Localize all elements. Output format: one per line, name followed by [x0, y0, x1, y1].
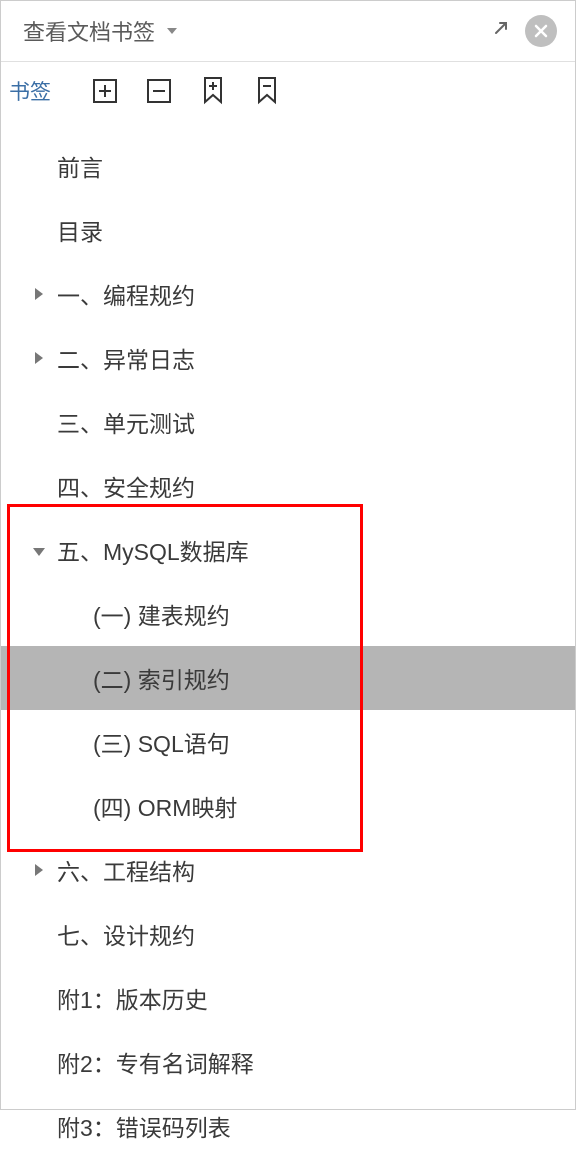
tree-item-label: 目录: [57, 213, 103, 247]
bookmarks-toolbar: 书签: [1, 62, 575, 124]
header-title: 查看文档书签: [23, 15, 155, 47]
tree-item[interactable]: 四、安全规约: [1, 454, 575, 518]
tree-item[interactable]: 前言: [1, 134, 575, 198]
tree-item-label: 前言: [57, 149, 103, 183]
tree-item-label: 附2：专有名词解释: [57, 1045, 254, 1079]
tree-item[interactable]: (二) 索引规约: [1, 646, 575, 710]
tree-item-label: 七、设计规约: [57, 917, 195, 951]
tree-item-label: (三) SQL语句: [93, 725, 230, 759]
close-button[interactable]: [525, 15, 557, 47]
tree-item[interactable]: 附3：错误码列表: [1, 1094, 575, 1158]
tree-item[interactable]: 附2：专有名词解释: [1, 1030, 575, 1094]
tree-item-label: (二) 索引规约: [93, 661, 230, 695]
tree-item[interactable]: 七、设计规约: [1, 902, 575, 966]
chevron-down-icon[interactable]: [21, 540, 57, 561]
tree-item[interactable]: (三) SQL语句: [1, 710, 575, 774]
tree-item[interactable]: 目录: [1, 198, 575, 262]
toolbar-label: 书签: [9, 76, 51, 106]
tree-item[interactable]: 三、单元测试: [1, 390, 575, 454]
tree-item[interactable]: 六、工程结构: [1, 838, 575, 902]
tree-item-label: 六、工程结构: [57, 853, 195, 887]
tree-item[interactable]: (四) ORM映射: [1, 774, 575, 838]
tree-item[interactable]: 五、MySQL数据库: [1, 518, 575, 582]
tree-item[interactable]: 二、异常日志: [1, 326, 575, 390]
tree-item[interactable]: (一) 建表规约: [1, 582, 575, 646]
add-bookmark-icon[interactable]: [199, 77, 227, 105]
chevron-right-icon[interactable]: [21, 860, 57, 881]
remove-bookmark-icon[interactable]: [253, 77, 281, 105]
header-actions: [491, 15, 557, 47]
toolbar-icons: [91, 77, 281, 105]
chevron-right-icon[interactable]: [21, 284, 57, 305]
popout-icon[interactable]: [491, 18, 511, 44]
dropdown-arrow-icon: [167, 28, 177, 34]
chevron-right-icon[interactable]: [21, 348, 57, 369]
tree-item-label: (一) 建表规约: [93, 597, 230, 631]
tree-item[interactable]: 附1：版本历史: [1, 966, 575, 1030]
tree-item-label: 附1：版本历史: [57, 981, 208, 1015]
collapse-all-icon[interactable]: [145, 77, 173, 105]
expand-all-icon[interactable]: [91, 77, 119, 105]
tree-item[interactable]: 一、编程规约: [1, 262, 575, 326]
tree-item-label: 二、异常日志: [57, 341, 195, 375]
tree-item-label: 四、安全规约: [57, 469, 195, 503]
panel-header: 查看文档书签: [1, 1, 575, 62]
bookmark-tree: 前言目录一、编程规约二、异常日志三、单元测试四、安全规约五、MySQL数据库 (一…: [1, 124, 575, 1158]
tree-item-label: 一、编程规约: [57, 277, 195, 311]
tree-item-label: 附3：错误码列表: [57, 1109, 231, 1143]
tree-item-label: 五、MySQL数据库: [57, 533, 249, 567]
view-bookmarks-dropdown[interactable]: 查看文档书签: [23, 15, 177, 47]
tree-item-label: (四) ORM映射: [93, 789, 237, 823]
tree-item-label: 三、单元测试: [57, 405, 195, 439]
